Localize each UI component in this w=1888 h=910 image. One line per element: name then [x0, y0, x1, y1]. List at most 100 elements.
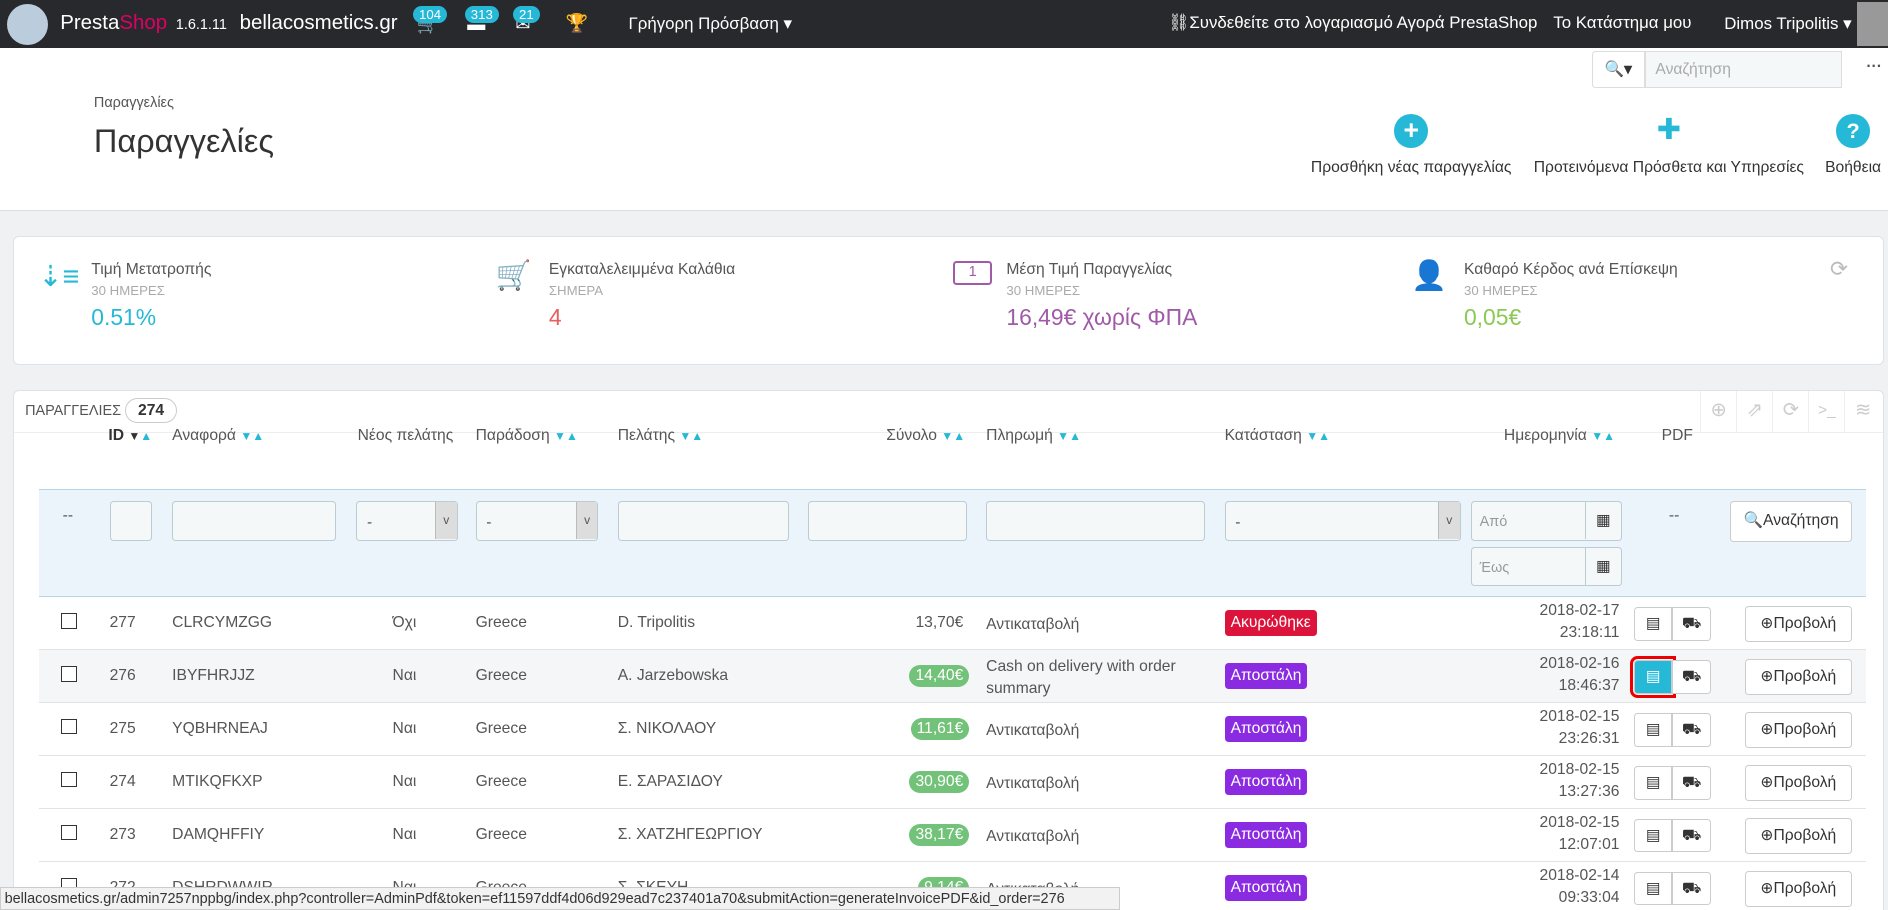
order-time: 23:18:11 — [1559, 623, 1620, 641]
col-header-payment[interactable]: Πληρωμή ▼▲ — [986, 427, 1081, 445]
zoom-in-icon: ⊕ — [1760, 720, 1774, 738]
add-order-button[interactable]: + Προσθήκη νέας παραγγελίας — [1300, 114, 1522, 177]
col-header-delivery[interactable]: Παράδοση ▼▲ — [476, 427, 578, 445]
view-order-button[interactable]: ⊕Προβολή — [1744, 817, 1852, 854]
sort-asc-icon[interactable]: ▲ — [691, 429, 703, 443]
user-menu[interactable]: Dimos Tripolitis ▾ — [1724, 13, 1851, 34]
order-total: 11,61€ — [910, 717, 970, 741]
invoice-pdf-icon[interactable]: ▤ — [1633, 712, 1673, 747]
col-header-ref[interactable]: Αναφορά ▼▲ — [172, 427, 264, 445]
search-input[interactable]: Αναζήτηση — [1644, 50, 1843, 88]
quick-access-menu[interactable]: Γρήγορη Πρόσβαση ▾ — [629, 13, 792, 34]
view-order-button[interactable]: ⊕Προβολή — [1744, 605, 1852, 642]
messages-badge: 21 — [512, 6, 540, 24]
zoom-in-icon: ⊕ — [1760, 826, 1774, 844]
col-header-date[interactable]: Ημερομηνία ▼▲ — [1504, 427, 1615, 445]
delivery-slip-truck-icon[interactable]: ⛟ — [1672, 659, 1711, 694]
refresh-list-icon[interactable]: ⟳ — [1772, 391, 1808, 433]
sort-asc-icon[interactable]: ▲ — [140, 429, 152, 443]
prestashop-logo[interactable] — [7, 3, 49, 45]
filter-search-button[interactable]: 🔍Αναζήτηση — [1730, 500, 1852, 542]
delivery-slip-truck-icon[interactable]: ⛟ — [1672, 765, 1711, 800]
row-checkbox[interactable] — [61, 771, 78, 788]
row-checkbox[interactable] — [61, 718, 78, 735]
kpi-panel: ⇣≡ Τιμή Μετατροπής 30 ΗΜΕΡΕΣ 0.51% 🛒 Εγκαταλ… — [13, 236, 1885, 365]
order-status-label: Αποστάλη — [1224, 822, 1308, 848]
avatar[interactable] — [1856, 2, 1888, 46]
trophy-icon[interactable]: 🏆 — [566, 13, 588, 34]
my-shop-link[interactable]: Το Κατάστημα μου — [1553, 13, 1691, 33]
breadcrumb: Παραγγελίες — [93, 95, 174, 112]
filter-total-input[interactable] — [807, 500, 967, 541]
export-icon[interactable]: ⇗ — [1736, 391, 1772, 433]
link-icon: ⛓ — [1167, 13, 1190, 33]
delivery-slip-truck-icon[interactable]: ⛟ — [1672, 606, 1711, 641]
delivery-slip-truck-icon[interactable]: ⛟ — [1672, 871, 1711, 906]
new-customer: Ναι — [392, 826, 417, 843]
sort-desc-icon[interactable]: ▼ — [679, 429, 691, 443]
invoice-pdf-icon[interactable]: ▤ — [1633, 765, 1673, 800]
sort-desc-icon[interactable]: ▼ — [1057, 429, 1069, 443]
sort-desc-icon[interactable]: ▼ — [1306, 429, 1318, 443]
sort-asc-icon[interactable]: ▲ — [252, 429, 264, 443]
order-date: 2018-02-17 — [1539, 602, 1620, 620]
filter-id-input[interactable] — [109, 500, 152, 541]
database-icon[interactable]: ≋ — [1844, 391, 1880, 433]
filter-payment-input[interactable] — [986, 500, 1206, 541]
invoice-pdf-icon[interactable]: ▤ — [1629, 655, 1677, 698]
sort-asc-icon[interactable]: ▲ — [1318, 429, 1330, 443]
view-order-button[interactable]: ⊕Προβολή — [1744, 658, 1852, 695]
invoice-pdf-icon[interactable]: ▤ — [1633, 606, 1673, 641]
sort-desc-icon[interactable]: ▼ — [554, 429, 566, 443]
addons-button[interactable]: ✚ Προτεινόμενα Πρόσθετα και Υπηρεσίες — [1527, 114, 1811, 177]
sort-desc-icon[interactable]: ▼ — [941, 429, 953, 443]
add-icon[interactable]: ⊕ — [1699, 391, 1736, 433]
filter-ref-input[interactable] — [172, 500, 336, 541]
view-order-button[interactable]: ⊕Προβολή — [1744, 764, 1852, 801]
cart-icon: 🛒 — [495, 259, 532, 292]
sql-query-icon[interactable]: >_ — [1808, 391, 1844, 433]
filter-customer-input[interactable] — [617, 500, 789, 541]
search-type-button[interactable]: 🔍▾ — [1591, 50, 1645, 88]
order-status-label: Αποστάλη — [1224, 663, 1308, 689]
addons-label: Προτεινόμενα Πρόσθετα και Υπηρεσίες — [1533, 158, 1804, 176]
calendar-icon[interactable]: ▦ — [1584, 547, 1621, 585]
calendar-icon[interactable]: ▦ — [1584, 501, 1621, 540]
delivery-slip-truck-icon[interactable]: ⛟ — [1672, 712, 1711, 747]
invoice-pdf-icon[interactable]: ▤ — [1633, 871, 1673, 906]
col-header-total[interactable]: Σύνολο ▼▲ — [886, 427, 965, 445]
sort-desc-icon[interactable]: ▼ — [1591, 429, 1603, 443]
row-checkbox[interactable] — [61, 665, 78, 682]
marketplace-connect-link[interactable]: ⛓Συνδεθείτε στο λογαριασμό Αγορά PrestaS… — [1168, 13, 1537, 33]
help-button[interactable]: ? Βοήθεια — [1818, 114, 1888, 177]
filter-date-from[interactable]: Από ▦ — [1471, 500, 1622, 541]
sort-asc-icon[interactable]: ▲ — [1069, 429, 1081, 443]
delivery-slip-truck-icon[interactable]: ⛟ — [1672, 818, 1711, 853]
view-order-button[interactable]: ⊕Προβολή — [1744, 711, 1852, 748]
invoice-pdf-icon[interactable]: ▤ — [1633, 818, 1673, 853]
sort-desc-icon[interactable]: ▼ — [128, 429, 140, 443]
row-checkbox[interactable] — [61, 824, 78, 841]
shop-name[interactable]: bellacosmetics.gr — [240, 11, 398, 35]
refresh-icon[interactable]: ⟳ — [1830, 256, 1848, 282]
more-icon[interactable]: ··· — [1866, 58, 1882, 76]
view-label: Προβολή — [1773, 879, 1837, 897]
sort-asc-icon[interactable]: ▲ — [1603, 429, 1615, 443]
row-checkbox[interactable] — [61, 612, 78, 629]
sort-asc-icon[interactable]: ▲ — [953, 429, 965, 443]
filter-date-to[interactable]: Έως ▦ — [1471, 546, 1622, 587]
filter-delivery-select[interactable]: -v — [475, 500, 599, 541]
sort-asc-icon[interactable]: ▲ — [566, 429, 578, 443]
chevron-down-icon: v — [575, 501, 598, 540]
filter-status-select[interactable]: -v — [1224, 500, 1461, 541]
sort-desc-icon[interactable]: ▼ — [240, 429, 252, 443]
order-total: 14,40€ — [909, 664, 970, 688]
filter-new-customer-select[interactable]: -v — [356, 500, 458, 541]
search-label: Αναζήτηση — [1763, 511, 1839, 529]
user-name: Dimos Tripolitis — [1724, 14, 1839, 34]
col-header-customer[interactable]: Πελάτης ▼▲ — [618, 427, 704, 445]
col-header-status[interactable]: Κατάσταση ▼▲ — [1225, 427, 1331, 445]
col-header-id[interactable]: ID ▼▲ — [108, 427, 152, 445]
user-icon: 👤 — [1410, 259, 1447, 292]
view-order-button[interactable]: ⊕Προβολή — [1744, 870, 1852, 907]
